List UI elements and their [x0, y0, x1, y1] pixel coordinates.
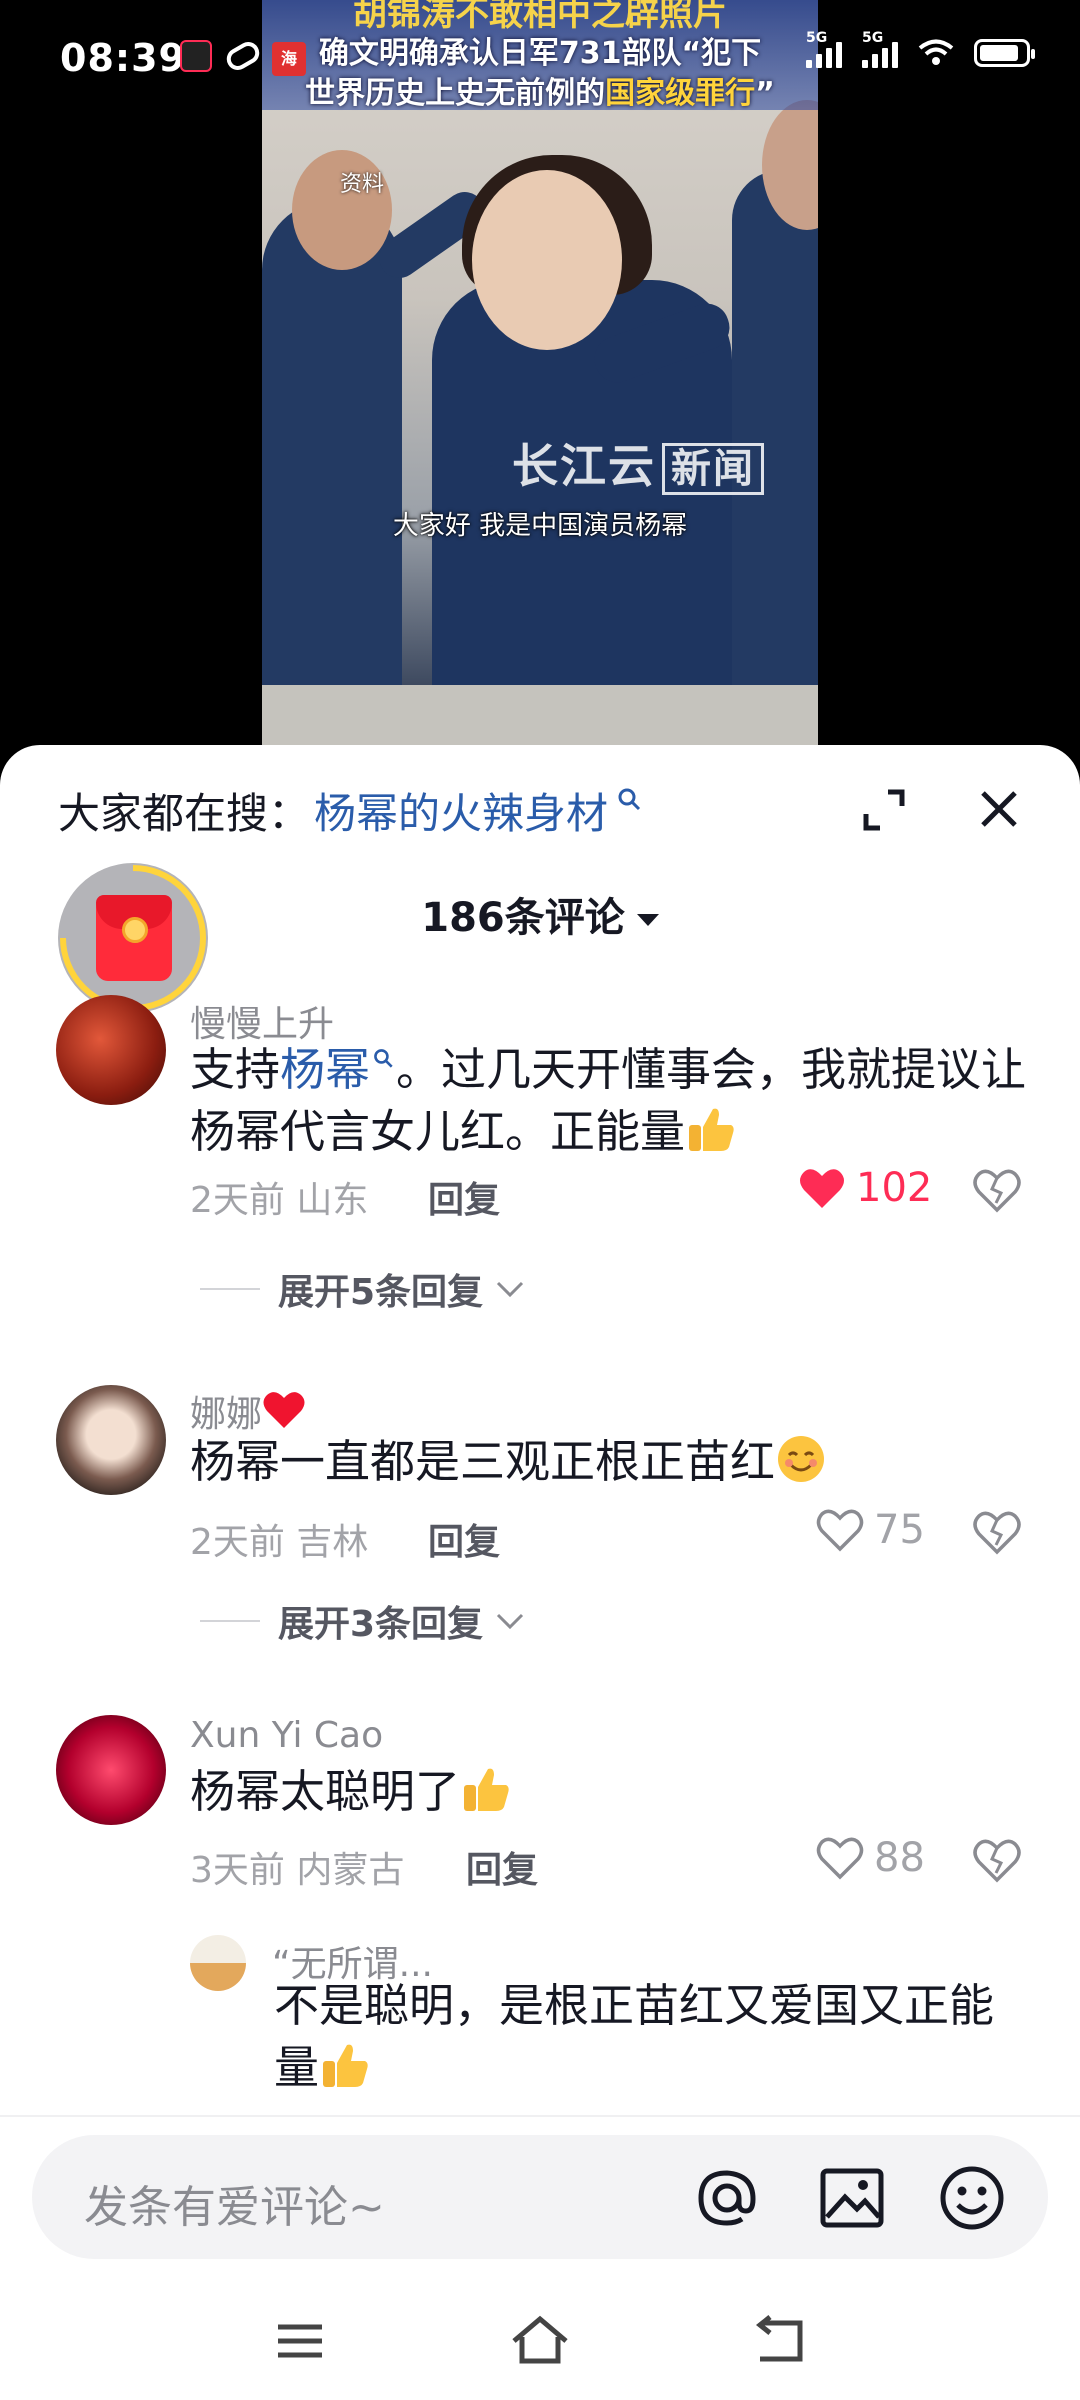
comment-text-pre: 支持 [190, 1043, 281, 1096]
watermark-box-text: 新闻 [662, 443, 764, 495]
system-navigation-bar [0, 2275, 1080, 2400]
search-icon [618, 788, 641, 811]
expand-replies-label: 展开5条回复 [278, 1272, 484, 1313]
reply-button[interactable]: 回复 [466, 1841, 538, 1893]
signal-icon: 5G [862, 30, 898, 68]
signal-1-label: 5G [806, 30, 828, 46]
like-count: 75 [874, 1507, 925, 1553]
comment-text-body: 杨幂太聪明了 [190, 1765, 461, 1818]
comment-time-location: 2天前 山东 [190, 1180, 369, 1221]
comment-input-placeholder: 发条有爱评论~ [84, 2182, 385, 2233]
comment-mention-link[interactable]: 杨幂 [280, 1043, 370, 1096]
video-subtitle: 大家好 我是中国演员杨幂 [392, 511, 688, 541]
comment-sheet: 大家都在搜： 杨幂的火辣身材 186条评论 慢慢上升 支持杨幂 。过几天开懂事会… [0, 745, 1080, 2115]
trending-search[interactable]: 大家都在搜： 杨幂的火辣身材 [58, 775, 644, 845]
comment-text: 杨幂一直都是三观正根正苗红 [190, 1431, 1030, 1493]
avatar[interactable] [56, 995, 166, 1105]
battery-icon [974, 39, 1035, 67]
comment-input[interactable]: 发条有爱评论~ [32, 2135, 1048, 2259]
status-app-icons [180, 37, 264, 75]
comment-time-location: 2天前 吉林 [190, 1522, 369, 1563]
comment-input-bar: 发条有爱评论~ [0, 2115, 1080, 2275]
expand-replies-button[interactable]: 展开3条回复 [200, 1595, 525, 1647]
thumbs-up-icon [323, 2044, 368, 2087]
screen: 胡锦涛不敢相中之辟照片 海 确文明确承认日军731部队“犯下 世界历史上史无前例… [0, 0, 1080, 2400]
image-icon[interactable] [817, 2163, 887, 2233]
comment-text-body: 杨幂一直都是三观正根正苗红 [190, 1435, 776, 1488]
status-bar: 08:39 5G 5G [0, 0, 1080, 120]
like-count: 102 [856, 1165, 933, 1211]
heart-outline-icon [816, 1509, 864, 1552]
expand-icon[interactable] [862, 788, 906, 832]
expand-replies-label: 展开3条回复 [278, 1604, 484, 1645]
sub-reply-text: 不是聪明，是根正苗红又爱国又正能量 [274, 1975, 1034, 2099]
video-watermark: 长江云 新闻 [512, 430, 764, 496]
wifi-icon [918, 39, 954, 65]
dislike-icon[interactable] [972, 1509, 1022, 1555]
reply-button[interactable]: 回复 [428, 1513, 500, 1565]
chevron-down-icon [497, 1281, 524, 1298]
like-button[interactable]: 75 [816, 1507, 925, 1553]
dislike-icon[interactable] [972, 1837, 1022, 1883]
tiktok-icon [180, 40, 212, 72]
avatar[interactable] [56, 1715, 166, 1825]
heart-outline-icon [816, 1837, 864, 1880]
expand-replies-button[interactable]: 展开5条回复 [200, 1263, 525, 1315]
thumbs-up-icon [464, 1768, 509, 1811]
comments-count: 186条评论 [421, 895, 625, 941]
like-count: 88 [874, 1835, 925, 1881]
thumbs-up-icon [689, 1108, 734, 1151]
heart-icon [800, 1169, 844, 1208]
avatar[interactable] [56, 1385, 166, 1495]
like-button[interactable]: 102 [798, 1165, 932, 1211]
comment-text: 支持杨幂 。过几天开懂事会，我就提议让杨幂代言女儿红。正能量 [190, 1039, 1030, 1163]
comment-author[interactable]: 娜娜 [190, 1385, 306, 1437]
status-time: 08:39 [60, 36, 186, 80]
dislike-icon[interactable] [972, 1167, 1022, 1213]
comment-author-name: 娜娜 [190, 1394, 263, 1435]
menu-icon[interactable] [270, 2313, 330, 2369]
signal-icon: 5G [806, 30, 842, 68]
search-icon [374, 1049, 393, 1068]
mention-icon[interactable] [692, 2163, 762, 2233]
back-icon[interactable] [750, 2313, 810, 2369]
emoji-icon[interactable] [937, 2163, 1007, 2233]
watermark-text: 长江云 [512, 439, 656, 493]
video-bottom-strip [262, 685, 818, 745]
trending-search-term[interactable]: 杨幂的火辣身材 [314, 780, 608, 841]
home-icon[interactable] [510, 2313, 570, 2369]
comment-text: 杨幂太聪明了 [190, 1761, 1030, 1823]
chevron-down-icon [497, 1613, 524, 1630]
comment-author[interactable]: Xun Yi Cao [190, 1715, 383, 1756]
video-reference-label: 资料 [340, 172, 385, 197]
close-icon[interactable] [975, 785, 1023, 833]
link-icon [222, 37, 264, 75]
like-button[interactable]: 88 [816, 1835, 925, 1881]
video-figure-left [262, 200, 402, 720]
avatar[interactable] [190, 1935, 246, 1991]
smiling-face-icon [778, 1436, 825, 1482]
red-heart-icon [263, 1392, 305, 1428]
comments-count-dropdown[interactable]: 186条评论 [0, 885, 1080, 943]
reply-button[interactable]: 回复 [428, 1171, 500, 1223]
video-figure-center-head [472, 170, 622, 350]
status-indicators: 5G 5G [806, 30, 1035, 68]
trending-search-prefix: 大家都在搜： [58, 788, 311, 838]
chevron-down-icon [636, 914, 659, 926]
sub-reply-text-body: 不是聪明，是根正苗红又爱国又正能量 [274, 1979, 995, 2094]
signal-2-label: 5G [862, 30, 884, 46]
comment-time-location: 3天前 内蒙古 [190, 1850, 405, 1891]
